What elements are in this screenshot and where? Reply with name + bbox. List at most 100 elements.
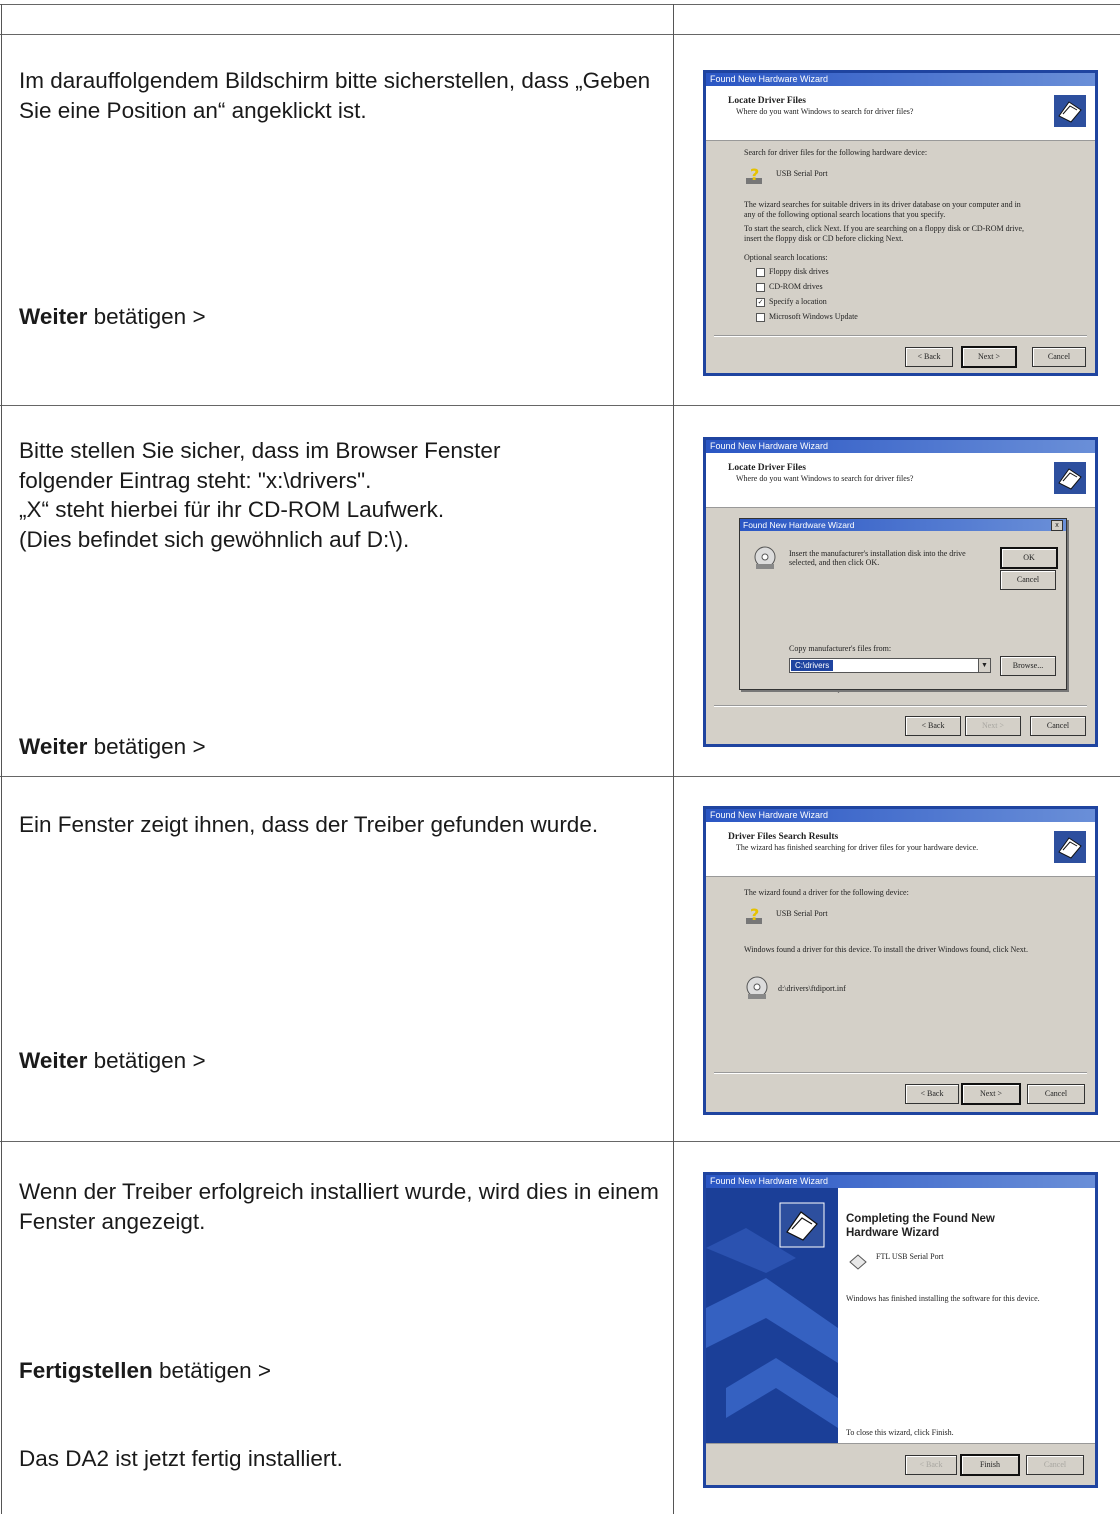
dialog-titlebar: Found New Hardware Wizard bbox=[740, 519, 1066, 531]
wizard-header: Locate Driver Files Where do you want Wi… bbox=[706, 453, 1095, 508]
hardware-wizard-icon bbox=[1054, 462, 1086, 494]
copy-from-label: Copy manufacturer's files from: bbox=[789, 644, 892, 653]
row3-action: Weiter betätigen > bbox=[19, 1046, 206, 1076]
table-border-left bbox=[1, 4, 2, 1514]
wizard-header-subtitle: Where do you want Windows to search for … bbox=[736, 474, 914, 483]
wizard-text: The wizard searches for suitable drivers… bbox=[744, 200, 1021, 209]
checkbox-windows-update[interactable] bbox=[756, 313, 765, 322]
next-button[interactable]: Next > bbox=[965, 716, 1021, 736]
device-name: USB Serial Port bbox=[776, 909, 828, 918]
svg-text:?: ? bbox=[750, 165, 759, 184]
dropdown-arrow-icon[interactable]: ▼ bbox=[978, 659, 990, 672]
table-border bbox=[0, 34, 1120, 35]
row1-instruction: Im darauffolgendem Bildschirm bitte sich… bbox=[19, 68, 651, 123]
wizard-text: To start the search, click Next. If you … bbox=[744, 224, 1025, 233]
browse-button[interactable]: Browse... bbox=[1000, 656, 1056, 676]
separator bbox=[714, 705, 1087, 707]
dialog-text: selected, and then click OK. bbox=[789, 558, 880, 567]
path-combobox[interactable]: C:\drivers ▼ bbox=[789, 658, 991, 673]
path-value: C:\drivers bbox=[791, 660, 834, 671]
unknown-device-icon: ? bbox=[746, 165, 762, 184]
svg-text:?: ? bbox=[750, 905, 759, 924]
row4-action: Fertigstellen betätigen > bbox=[19, 1356, 271, 1386]
device-icon bbox=[849, 1254, 867, 1270]
wizard-screenshot-completing: Found New Hardware Wizard Completing the… bbox=[703, 1172, 1098, 1488]
next-button[interactable]: Next > bbox=[961, 346, 1017, 368]
action-text: betätigen > bbox=[87, 734, 206, 759]
wizard-header-subtitle: Where do you want Windows to search for … bbox=[736, 107, 914, 116]
checkbox-cdrom[interactable] bbox=[756, 283, 765, 292]
back-button[interactable]: < Back bbox=[905, 716, 961, 736]
action-text: betätigen > bbox=[87, 1048, 206, 1073]
completion-heading: Hardware Wizard bbox=[846, 1227, 940, 1239]
table-border-top bbox=[0, 4, 1120, 5]
next-button[interactable]: Next > bbox=[961, 1083, 1021, 1105]
row4-instruction: Wenn der Treiber erfolgreich installiert… bbox=[19, 1179, 659, 1234]
wizard-header-title: Locate Driver Files bbox=[728, 96, 806, 106]
cd-drive-icon bbox=[754, 546, 776, 569]
unknown-device-icon: ? bbox=[746, 905, 762, 924]
final-note: Das DA2 ist jetzt fertig installiert. bbox=[19, 1446, 343, 1471]
wizard-header-subtitle: The wizard has finished searching for dr… bbox=[736, 843, 979, 852]
instruction-line: „X“ steht hierbei für ihr CD-ROM Laufwer… bbox=[19, 497, 445, 522]
wizard-text: any of the following optional search loc… bbox=[744, 210, 946, 219]
row2-action: Weiter betätigen > bbox=[19, 732, 206, 762]
cancel-button[interactable]: Cancel bbox=[1026, 1455, 1084, 1475]
wizard-screenshot-search-results: Found New Hardware Wizard Driver Files S… bbox=[703, 806, 1098, 1115]
option-label: Floppy disk drives bbox=[769, 267, 829, 276]
button-bar: < Back Finish Cancel bbox=[706, 1443, 1095, 1485]
option-label: Microsoft Windows Update bbox=[769, 312, 858, 321]
checkbox-specify-location[interactable]: ✓ bbox=[756, 298, 765, 307]
dialog-close-button[interactable]: x bbox=[1051, 520, 1063, 531]
wizard-text: Windows found a driver for this device. … bbox=[744, 945, 1028, 954]
wizard-screenshot-insert-disk: Found New Hardware Wizard Locate Driver … bbox=[703, 437, 1098, 747]
back-button[interactable]: < Back bbox=[905, 347, 953, 367]
wizard-titlebar: Found New Hardware Wizard bbox=[706, 809, 1095, 822]
table-border bbox=[0, 1141, 1120, 1142]
hardware-wizard-icon bbox=[1054, 831, 1086, 863]
wizard-titlebar: Found New Hardware Wizard bbox=[706, 73, 1095, 86]
completion-heading: Completing the Found New bbox=[846, 1213, 995, 1225]
wizard-header: Driver Files Search Results The wizard h… bbox=[706, 822, 1095, 877]
optional-locations-label: Optional search locations: bbox=[744, 253, 828, 262]
hardware-wizard-icon bbox=[779, 1202, 825, 1248]
action-keyword: Weiter bbox=[19, 734, 88, 759]
row1-action: Weiter betätigen > bbox=[19, 302, 206, 332]
finish-button[interactable]: Finish bbox=[960, 1454, 1020, 1476]
action-keyword: Fertigstellen bbox=[19, 1358, 153, 1383]
instruction-line: folgender Eintrag steht: "x:\drivers". bbox=[19, 467, 372, 493]
wizard-header-title: Driver Files Search Results bbox=[728, 832, 839, 842]
wizard-header-title: Locate Driver Files bbox=[728, 463, 806, 473]
action-text: betätigen > bbox=[152, 1358, 272, 1383]
ok-button[interactable]: OK bbox=[1000, 547, 1058, 569]
device-name: USB Serial Port bbox=[776, 169, 828, 178]
separator bbox=[714, 1072, 1087, 1074]
hardware-wizard-icon bbox=[1054, 95, 1086, 127]
driver-file-icon bbox=[746, 976, 768, 999]
action-keyword: Weiter bbox=[19, 1048, 88, 1073]
wizard-text: Windows has finished installing the soft… bbox=[846, 1294, 1040, 1303]
option-label: CD-ROM drives bbox=[769, 282, 823, 291]
back-button[interactable]: < Back bbox=[905, 1455, 957, 1475]
driver-file-path: d:\drivers\ftdiport.inf bbox=[778, 984, 846, 993]
wizard-text: insert the floppy disk or CD before clic… bbox=[744, 234, 904, 243]
wizard-text: Search for driver files for the followin… bbox=[744, 148, 928, 157]
wizard-screenshot-locate-driver: Found New Hardware Wizard Locate Driver … bbox=[703, 70, 1098, 376]
cancel-button[interactable]: Cancel bbox=[1027, 1084, 1085, 1104]
back-button[interactable]: < Back bbox=[905, 1084, 959, 1104]
cancel-button[interactable]: Cancel bbox=[1032, 347, 1086, 367]
dialog-cancel-button[interactable]: Cancel bbox=[1000, 570, 1056, 590]
wizard-titlebar: Found New Hardware Wizard bbox=[706, 1175, 1095, 1188]
checkbox-floppy[interactable] bbox=[756, 268, 765, 277]
separator bbox=[714, 335, 1087, 337]
insert-disk-dialog: Found New Hardware Wizard x Insert the m… bbox=[739, 518, 1067, 690]
cancel-button[interactable]: Cancel bbox=[1030, 716, 1086, 736]
device-name: FTL USB Serial Port bbox=[876, 1252, 944, 1261]
wizard-header: Locate Driver Files Where do you want Wi… bbox=[706, 86, 1095, 141]
row3-instruction: Ein Fenster zeigt ihnen, dass der Treibe… bbox=[19, 812, 599, 837]
table-column-divider bbox=[673, 4, 674, 1514]
table-border bbox=[0, 405, 1120, 406]
row2-instruction: Bitte stellen Sie sicher, dass im Browse… bbox=[19, 436, 659, 554]
wizard-text: To close this wizard, click Finish. bbox=[846, 1428, 954, 1437]
instruction-line: Bitte stellen Sie sicher, dass im Browse… bbox=[19, 438, 501, 463]
